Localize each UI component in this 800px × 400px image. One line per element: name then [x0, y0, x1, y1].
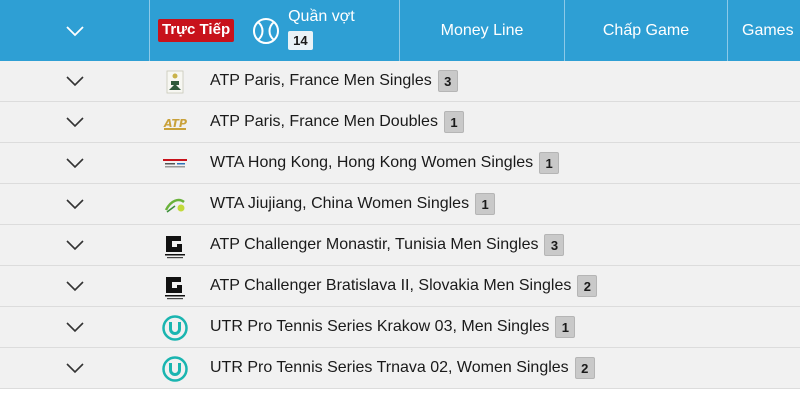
- chevron-down-icon: [66, 199, 84, 210]
- atp-challenger-logo: [161, 233, 189, 259]
- league-name[interactable]: UTR Pro Tennis Series Krakow 03, Men Sin…: [210, 316, 576, 338]
- chevron-down-icon: [66, 117, 84, 128]
- tennis-ball-icon: [253, 17, 280, 44]
- league-name[interactable]: WTA Hong Kong, Hong Kong Women Singles 1: [210, 152, 560, 174]
- wta-hong-kong-logo: [161, 151, 189, 177]
- expand-toggle[interactable]: [0, 75, 150, 87]
- chevron-down-icon: [66, 76, 84, 87]
- live-badge[interactable]: Trực Tiếp: [158, 19, 235, 42]
- expand-toggle[interactable]: [0, 157, 150, 169]
- expand-toggle[interactable]: [0, 362, 150, 374]
- collapse-all-toggle[interactable]: [0, 0, 150, 61]
- expand-toggle[interactable]: [0, 321, 150, 333]
- atp-paris-logo: [161, 69, 189, 95]
- expand-toggle[interactable]: [0, 239, 150, 251]
- league-row[interactable]: UTR Pro Tennis Series Trnava 02, Women S…: [0, 348, 800, 389]
- league-name-text: UTR Pro Tennis Series Krakow 03, Men Sin…: [210, 318, 550, 335]
- league-name-text: UTR Pro Tennis Series Trnava 02, Women S…: [210, 359, 569, 376]
- league-row[interactable]: UTR Pro Tennis Series Krakow 03, Men Sin…: [0, 307, 800, 348]
- match-count-badge: 1: [539, 152, 560, 174]
- expand-toggle[interactable]: [0, 280, 150, 292]
- chevron-down-icon: [66, 281, 84, 292]
- chevron-down-icon: [66, 158, 84, 169]
- match-count-badge: 3: [437, 70, 458, 92]
- column-handicap-game[interactable]: Chấp Game: [565, 0, 728, 61]
- league-name[interactable]: ATP Challenger Bratislava II, Slovakia M…: [210, 275, 598, 297]
- match-count-badge: 3: [544, 234, 565, 256]
- chevron-down-icon: [66, 240, 84, 251]
- league-row[interactable]: ATP Challenger Monastir, Tunisia Men Sin…: [0, 225, 800, 266]
- match-count-badge: 1: [555, 316, 576, 338]
- league-name-text: ATP Paris, France Men Singles: [210, 72, 432, 89]
- league-name-text: ATP Challenger Bratislava II, Slovakia M…: [210, 277, 572, 294]
- sport-title: Quần vợt 14: [288, 8, 355, 50]
- utr-logo: [161, 356, 189, 382]
- match-count-badge: 1: [475, 193, 496, 215]
- chevron-down-icon: [66, 363, 84, 374]
- match-count-badge: 2: [574, 357, 595, 379]
- expand-toggle[interactable]: [0, 198, 150, 210]
- league-row[interactable]: WTA Jiujiang, China Women Singles 1: [0, 184, 800, 225]
- chevron-down-icon: [65, 25, 84, 36]
- league-name-text: ATP Paris, France Men Doubles: [210, 113, 438, 130]
- atp-gold-logo: ATP: [161, 110, 189, 136]
- league-name[interactable]: ATP Paris, France Men Doubles 1: [210, 111, 464, 133]
- column-games[interactable]: Games: [728, 0, 800, 61]
- league-row[interactable]: WTA Hong Kong, Hong Kong Women Singles 1: [0, 143, 800, 184]
- league-list: ATP Paris, France Men Singles 3 ATP ATP …: [0, 61, 800, 389]
- wta-jiujiang-logo: [161, 192, 189, 218]
- chevron-down-icon: [66, 322, 84, 333]
- utr-logo: [161, 315, 189, 341]
- league-name[interactable]: UTR Pro Tennis Series Trnava 02, Women S…: [210, 357, 595, 379]
- league-row[interactable]: ATP Challenger Bratislava II, Slovakia M…: [0, 266, 800, 307]
- league-row[interactable]: ATP ATP Paris, France Men Doubles 1: [0, 102, 800, 143]
- league-name[interactable]: WTA Jiujiang, China Women Singles 1: [210, 193, 496, 215]
- league-name[interactable]: ATP Challenger Monastir, Tunisia Men Sin…: [210, 234, 565, 256]
- sport-count-badge: 14: [288, 30, 313, 50]
- match-count-badge: 1: [443, 111, 464, 133]
- league-name-text: ATP Challenger Monastir, Tunisia Men Sin…: [210, 236, 539, 253]
- expand-toggle[interactable]: [0, 116, 150, 128]
- sport-name: Quần vợt: [288, 7, 355, 25]
- atp-challenger-logo: [161, 274, 189, 300]
- match-count-badge: 2: [577, 275, 598, 297]
- league-name-text: WTA Hong Kong, Hong Kong Women Singles: [210, 154, 534, 171]
- league-row[interactable]: ATP Paris, France Men Singles 3: [0, 61, 800, 102]
- league-name[interactable]: ATP Paris, France Men Singles 3: [210, 70, 458, 92]
- sport-header: Trực Tiếp Quần vợt 14: [150, 0, 400, 61]
- column-money-line[interactable]: Money Line: [400, 0, 565, 61]
- league-name-text: WTA Jiujiang, China Women Singles: [210, 195, 470, 212]
- table-header: Trực Tiếp Quần vợt 14 Money Line Chấp Ga…: [0, 0, 800, 61]
